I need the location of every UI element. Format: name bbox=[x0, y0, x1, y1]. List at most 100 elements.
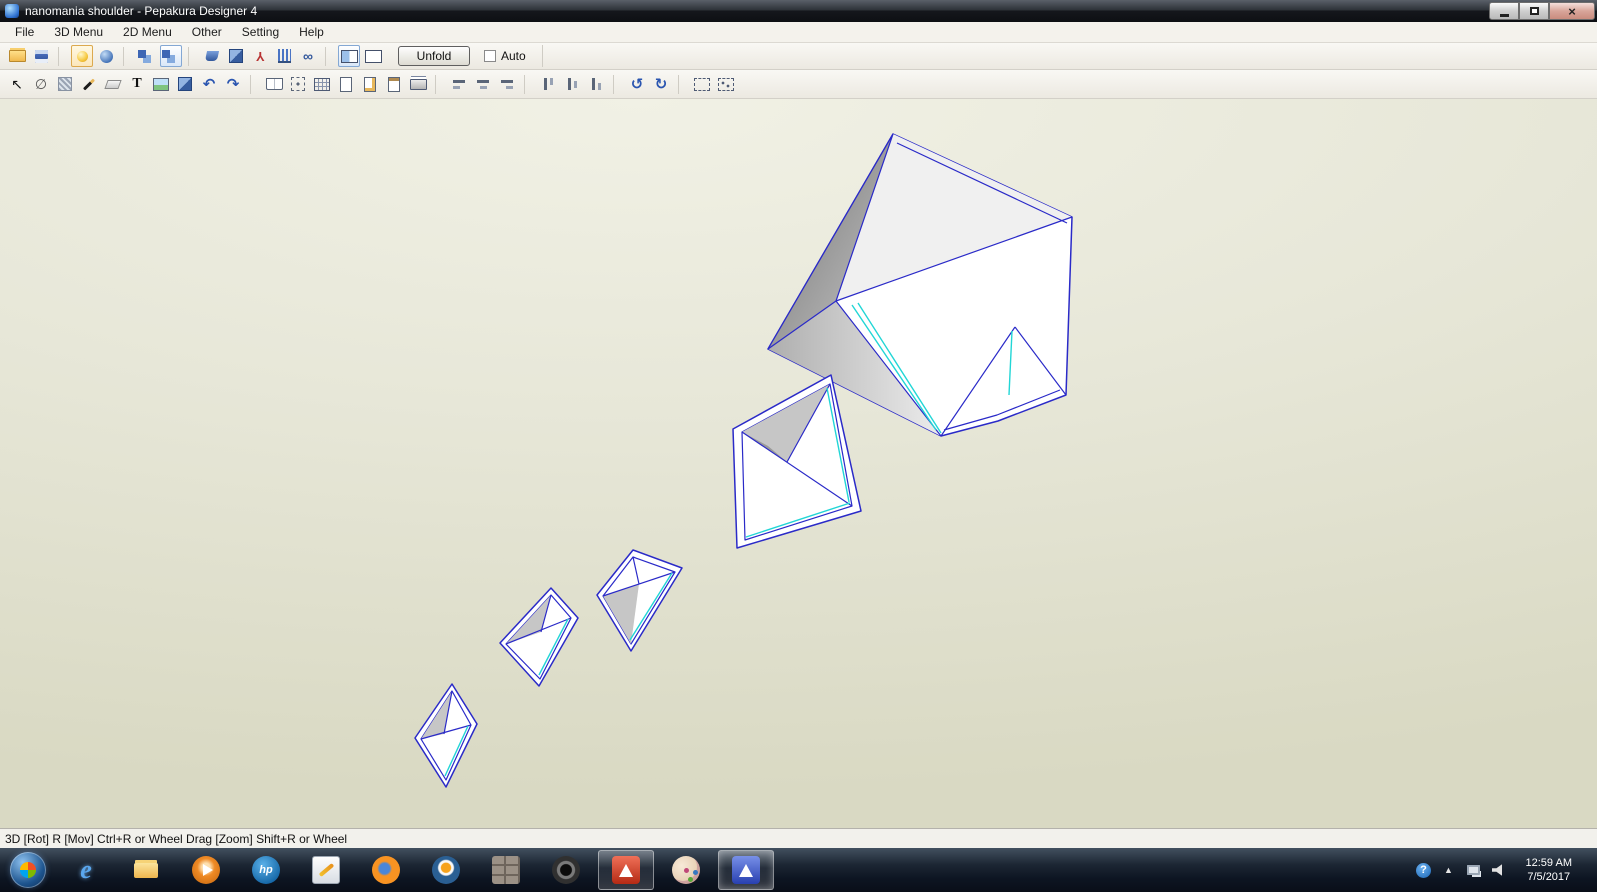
paint-bucket-icon[interactable] bbox=[201, 45, 223, 67]
ie-icon[interactable] bbox=[58, 850, 114, 890]
pepakura-designer-icon[interactable] bbox=[718, 850, 774, 890]
firefox-icon[interactable] bbox=[358, 850, 414, 890]
rotate-mode-icon[interactable] bbox=[136, 45, 158, 67]
clipboard-icon[interactable] bbox=[383, 73, 405, 95]
pack-parts-icon[interactable] bbox=[715, 73, 737, 95]
align-bottom-icon[interactable] bbox=[585, 73, 607, 95]
paint-icon-glyph bbox=[672, 856, 700, 884]
light-toggle-icon[interactable] bbox=[71, 45, 93, 67]
auto-checkbox[interactable] bbox=[484, 50, 496, 62]
toolbar-separator bbox=[188, 46, 196, 66]
page-setup-icon[interactable] bbox=[359, 73, 381, 95]
text-icon[interactable] bbox=[126, 73, 148, 95]
print-icon[interactable] bbox=[407, 73, 429, 95]
link-icon[interactable] bbox=[297, 45, 319, 67]
axis-icon[interactable] bbox=[249, 45, 271, 67]
model-part-4[interactable] bbox=[499, 587, 579, 687]
network-icon[interactable] bbox=[1465, 861, 1483, 879]
minimize-button[interactable] bbox=[1489, 2, 1519, 20]
rotate-right-icon[interactable] bbox=[650, 73, 672, 95]
undo-icon[interactable] bbox=[198, 73, 220, 95]
explorer-icon-glyph bbox=[132, 856, 160, 884]
image-icon[interactable] bbox=[150, 73, 172, 95]
rotate-left-icon[interactable] bbox=[626, 73, 648, 95]
toolbar-separator bbox=[325, 46, 333, 66]
toolbar-separator bbox=[250, 74, 258, 94]
model-part-3[interactable] bbox=[596, 549, 683, 652]
save-icon[interactable] bbox=[30, 45, 52, 67]
help-icon[interactable] bbox=[1415, 861, 1433, 879]
title-bar: nanomania shoulder - Pepakura Designer 4… bbox=[0, 0, 1597, 22]
media-player-icon[interactable] bbox=[178, 850, 234, 890]
divide-icon[interactable] bbox=[30, 73, 52, 95]
align-right-icon[interactable] bbox=[496, 73, 518, 95]
toolbar-separator bbox=[435, 74, 443, 94]
start-button[interactable] bbox=[0, 848, 56, 892]
paint-icon[interactable] bbox=[658, 850, 714, 890]
restore-button[interactable] bbox=[1519, 2, 1549, 20]
open-icon[interactable] bbox=[6, 45, 28, 67]
align-left-icon[interactable] bbox=[448, 73, 470, 95]
toolbar-separator bbox=[58, 46, 66, 66]
move-mode-icon[interactable] bbox=[160, 45, 182, 67]
volume-icon[interactable] bbox=[1490, 861, 1508, 879]
meter-icon[interactable] bbox=[273, 45, 295, 67]
eraser-icon[interactable] bbox=[102, 73, 124, 95]
book-icon[interactable] bbox=[263, 73, 285, 95]
clock-time: 12:59 AM bbox=[1525, 856, 1572, 869]
align-center-icon[interactable] bbox=[472, 73, 494, 95]
taskbar-clock[interactable]: 12:59 AM 7/5/2017 bbox=[1518, 856, 1580, 885]
menu-2d-menu[interactable]: 2D Menu bbox=[114, 23, 181, 41]
split-view-icon[interactable] bbox=[338, 45, 360, 67]
close-button[interactable]: × bbox=[1549, 2, 1595, 20]
model-part-5[interactable] bbox=[414, 683, 478, 788]
lens-icon[interactable] bbox=[538, 850, 594, 890]
transform-icon[interactable] bbox=[287, 73, 309, 95]
model-part-2[interactable] bbox=[732, 374, 862, 549]
align-middle-icon[interactable] bbox=[561, 73, 583, 95]
edit-toolbar-icons bbox=[6, 73, 737, 95]
capture-icon[interactable] bbox=[298, 850, 354, 890]
menu-setting[interactable]: Setting bbox=[233, 23, 288, 41]
box-icon[interactable] bbox=[174, 73, 196, 95]
redo-icon[interactable] bbox=[222, 73, 244, 95]
main-toolbar-icons bbox=[6, 45, 384, 67]
mesh-icon[interactable] bbox=[54, 73, 76, 95]
app-icon bbox=[5, 4, 19, 18]
lens-icon-glyph bbox=[552, 856, 580, 884]
taskbar-items bbox=[56, 848, 774, 892]
tray-icons bbox=[1415, 861, 1514, 879]
toolbar-separator bbox=[613, 74, 621, 94]
auto-unfold-group: Auto bbox=[484, 45, 543, 67]
menu-3d-menu[interactable]: 3D Menu bbox=[45, 23, 112, 41]
orbit-view-icon[interactable] bbox=[95, 45, 117, 67]
auto-checkbox-label: Auto bbox=[501, 49, 526, 63]
model-canvas[interactable] bbox=[0, 99, 1597, 828]
pen-icon[interactable] bbox=[78, 73, 100, 95]
menu-file[interactable]: File bbox=[6, 23, 43, 41]
explorer-icon[interactable] bbox=[118, 850, 174, 890]
pepakura-viewer-icon[interactable] bbox=[598, 850, 654, 890]
tray-up-arrow-icon[interactable] bbox=[1440, 861, 1458, 879]
toolbar-separator bbox=[123, 46, 131, 66]
unfold-button[interactable]: Unfold bbox=[398, 46, 470, 66]
3d-viewport[interactable] bbox=[0, 99, 1597, 828]
ie-icon-glyph bbox=[72, 856, 100, 884]
page-icon[interactable] bbox=[335, 73, 357, 95]
align-top-icon[interactable] bbox=[537, 73, 559, 95]
marquee-icon[interactable] bbox=[691, 73, 713, 95]
select-icon[interactable] bbox=[6, 73, 28, 95]
hp-icon[interactable] bbox=[238, 850, 294, 890]
pepakura-viewer-icon-glyph bbox=[612, 856, 640, 884]
menu-help[interactable]: Help bbox=[290, 23, 333, 41]
menu-other[interactable]: Other bbox=[183, 23, 231, 41]
main-toolbar: Unfold Auto bbox=[0, 43, 1597, 70]
bricks-icon[interactable] bbox=[478, 850, 534, 890]
blender-icon[interactable] bbox=[418, 850, 474, 890]
edit-toolbar bbox=[0, 70, 1597, 99]
table-icon[interactable] bbox=[311, 73, 333, 95]
window-title: nanomania shoulder - Pepakura Designer 4 bbox=[25, 4, 258, 18]
toolbar-separator bbox=[524, 74, 532, 94]
single-view-icon[interactable] bbox=[362, 45, 384, 67]
cube-icon[interactable] bbox=[225, 45, 247, 67]
